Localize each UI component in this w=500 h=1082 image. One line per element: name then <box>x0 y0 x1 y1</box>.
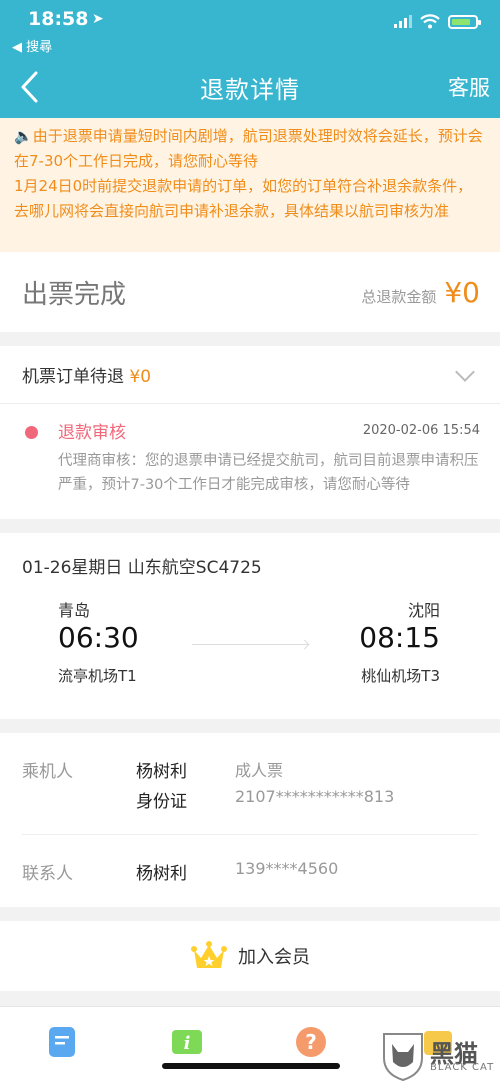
svg-text:?: ? <box>305 1030 317 1054</box>
document-icon[interactable] <box>46 1025 78 1059</box>
departure-airport: 流亭机场T1 <box>58 667 137 685</box>
departure-city: 青岛 <box>58 601 91 620</box>
notice-text: 🔈由于退票申请量短时间内剧增，航司退票处理时效将会延长，预计会在7-30个工作日… <box>14 127 483 170</box>
total-refund: 总退款金额 ¥0 <box>361 276 480 309</box>
refund-order-header[interactable]: 机票订单待退 ¥0 <box>0 346 500 404</box>
crown-icon <box>191 941 227 968</box>
contact-name: 杨树利 <box>136 864 187 884</box>
watermark-logo: 黑猫 BLACK CAT <box>380 1030 498 1082</box>
refund-progress-card: 机票订单待退 ¥0 退款审核 2020-02-06 15:54 代理商审核：您的… <box>0 346 500 519</box>
contact-row: 联系人 杨树利 139****4560 <box>22 835 478 907</box>
top-bar: 18:58 ➤ ◀ 搜尋 退款详情 客服 <box>0 0 500 118</box>
flight-header: 01-26星期日 山东航空SC4725 <box>22 558 262 578</box>
refund-review-step: 退款审核 2020-02-06 15:54 代理商审核：您的退票申请已经提交航司… <box>0 404 500 519</box>
refund-order-amount: ¥0 <box>129 367 152 387</box>
join-member-button[interactable]: 加入会员 <box>0 921 500 991</box>
contact-phone: 139****4560 <box>235 859 339 878</box>
chevron-down-icon[interactable] <box>455 361 475 382</box>
nav-bar: 退款详情 客服 <box>0 56 500 118</box>
status-dot-icon <box>25 426 38 439</box>
passenger-card: 乘机人 杨树利 成人票 身份证 2107***********813 联系人 杨… <box>0 733 500 907</box>
contact-label: 联系人 <box>22 864 73 884</box>
review-time: 2020-02-06 15:54 <box>362 423 480 438</box>
page-title: 退款详情 <box>200 76 300 104</box>
speaker-icon: 🔈 <box>14 127 33 145</box>
total-refund-label: 总退款金额 <box>361 287 437 306</box>
join-member-label: 加入会员 <box>238 947 310 968</box>
flight-card: 01-26星期日 山东航空SC4725 青岛 06:30 流亭机场T1 沈阳 0… <box>0 533 500 719</box>
departure-time: 06:30 <box>58 621 139 654</box>
cat-shield-icon <box>383 1033 423 1082</box>
review-title: 退款审核 <box>58 423 126 443</box>
notice-text-2: 1月24日0时前提交退款申请的订单，如您的订单符合补退余款条件，去哪儿网将会直接… <box>14 177 473 220</box>
location-arrow-icon: ➤ <box>92 11 104 27</box>
review-description: 代理商审核：您的退票申请已经提交航司，航司目前退票申请积压严重，预计7-30个工… <box>58 453 479 493</box>
battery-icon <box>448 14 481 29</box>
cellular-signal-icon <box>394 15 412 28</box>
home-indicator <box>162 1063 340 1069</box>
id-number: 2107***********813 <box>235 787 395 806</box>
notice-banner: 🔈由于退票申请量短时间内剧增，航司退票处理时效将会延长，预计会在7-30个工作日… <box>0 118 500 252</box>
customer-service-button[interactable]: 客服 <box>448 72 490 102</box>
passenger-row: 乘机人 杨树利 成人票 身份证 2107***********813 <box>22 733 478 835</box>
flight-arrow-icon <box>192 644 308 645</box>
refund-summary-card: 出票完成 总退款金额 ¥0 <box>0 252 500 332</box>
svg-text:i: i <box>184 1033 191 1054</box>
arrival-city: 沈阳 <box>407 601 440 620</box>
arrival-time: 08:15 <box>359 621 440 654</box>
wifi-icon <box>420 14 440 29</box>
ticket-type: 成人票 <box>235 761 284 780</box>
id-type: 身份证 <box>136 792 187 812</box>
back-to-app-link[interactable]: ◀ 搜尋 <box>12 36 52 55</box>
watermark-sub: BLACK CAT <box>430 1062 495 1073</box>
total-refund-amount: ¥0 <box>444 275 480 309</box>
status-bar: 18:58 ➤ ◀ 搜尋 <box>0 0 500 56</box>
ticket-status: 出票完成 <box>22 279 127 310</box>
passenger-name: 杨树利 <box>136 762 187 782</box>
refund-order-label: 机票订单待退 ¥0 <box>22 367 152 387</box>
status-icons <box>394 14 481 29</box>
arrival-airport: 桃仙机场T3 <box>361 667 440 685</box>
status-time: 18:58 <box>28 8 89 30</box>
help-icon[interactable]: ? <box>295 1025 327 1059</box>
passenger-label: 乘机人 <box>22 762 73 782</box>
info-ticket-icon[interactable]: i <box>170 1025 204 1059</box>
